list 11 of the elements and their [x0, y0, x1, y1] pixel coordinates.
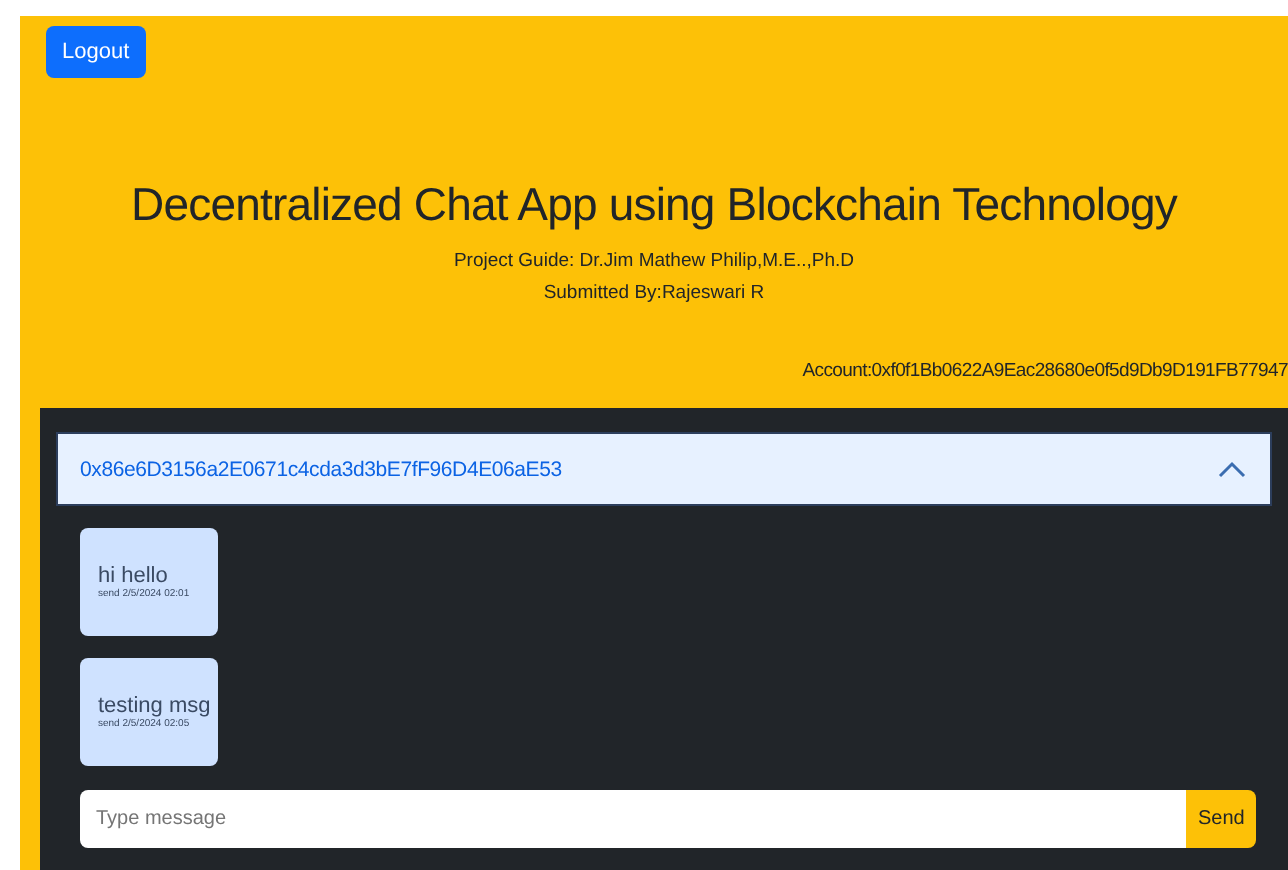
page-title: Decentralized Chat App using Blockchain Technology — [129, 178, 1180, 232]
chevron-icon — [1218, 459, 1246, 479]
conversation-header[interactable]: 0x86e6D3156a2E0671c4cda3d3bE7fF96D4E06aE53 — [56, 432, 1272, 506]
logout-button[interactable]: Logout — [46, 26, 146, 78]
message-text: testing msg — [98, 694, 213, 718]
submitted-by: Submitted By:Rajeswari R — [541, 282, 767, 304]
send-button[interactable]: Send — [1186, 790, 1256, 848]
project-guide: Project Guide: Dr.Jim Mathew Philip,M.E..,Ph.D — [451, 250, 857, 272]
message-text: hi hello — [98, 564, 170, 588]
account-address: Account:0xf0f1Bb0622A9Eac28680e0f5d9Db9D191FB77947 — [802, 360, 1288, 386]
message-input[interactable]: Type message — [80, 790, 1186, 848]
